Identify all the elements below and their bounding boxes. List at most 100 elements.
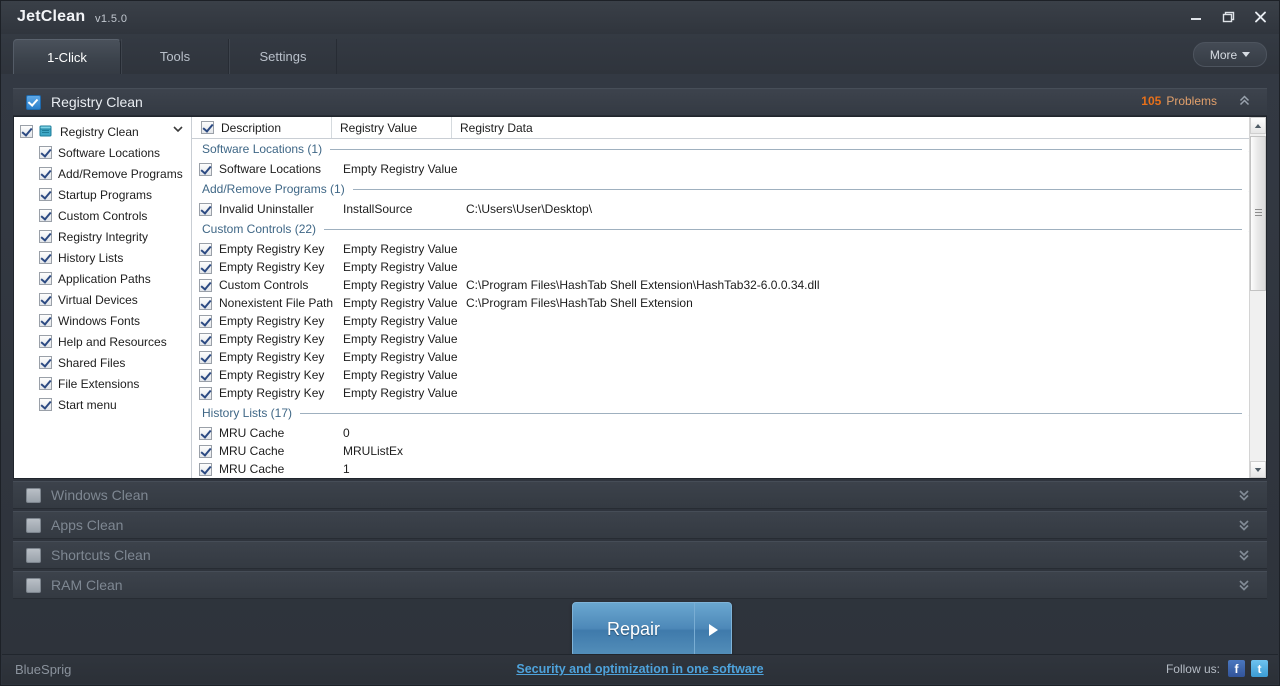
section-header-registry-clean[interactable]: Registry Clean 105Problems bbox=[13, 88, 1267, 116]
section-header-apps-clean[interactable]: Apps Clean bbox=[13, 511, 1267, 539]
select-all-checkbox[interactable] bbox=[201, 121, 214, 134]
group-label: Software Locations (1) bbox=[202, 142, 330, 156]
tree-item-checkbox[interactable] bbox=[39, 167, 52, 180]
footer-link[interactable]: Security and optimization in one softwar… bbox=[2, 662, 1278, 676]
column-header-registry-value[interactable]: Registry Value bbox=[332, 117, 452, 138]
repair-dropdown-button[interactable] bbox=[694, 603, 731, 656]
row-checkbox[interactable] bbox=[199, 243, 212, 256]
tree-root-checkbox[interactable] bbox=[20, 125, 33, 138]
row-checkbox[interactable] bbox=[199, 163, 212, 176]
tree-item-checkbox[interactable] bbox=[39, 398, 52, 411]
close-icon[interactable] bbox=[1249, 7, 1271, 27]
tree-item-help-and-resources[interactable]: Help and Resources bbox=[14, 331, 191, 352]
group-header-history-lists[interactable]: History Lists (17) bbox=[192, 402, 1266, 424]
row-checkbox[interactable] bbox=[199, 427, 212, 440]
tab-1-click[interactable]: 1-Click bbox=[13, 39, 121, 74]
tree-item-registry-integrity[interactable]: Registry Integrity bbox=[14, 226, 191, 247]
tree-item-add-remove-programs[interactable]: Add/Remove Programs bbox=[14, 163, 191, 184]
table-row[interactable]: Empty Registry Key Empty Registry Value bbox=[192, 348, 1266, 366]
row-checkbox[interactable] bbox=[199, 333, 212, 346]
tree-item-windows-fonts[interactable]: Windows Fonts bbox=[14, 310, 191, 331]
minimize-icon[interactable] bbox=[1185, 7, 1207, 27]
chevron-double-down-icon[interactable] bbox=[1237, 516, 1251, 534]
tree-item-shared-files[interactable]: Shared Files bbox=[14, 352, 191, 373]
table-row[interactable]: Empty Registry Key Empty Registry Value bbox=[192, 330, 1266, 348]
tree-item-checkbox[interactable] bbox=[39, 188, 52, 201]
table-row[interactable]: Empty Registry Key Empty Registry Value bbox=[192, 240, 1266, 258]
cell-description: Empty Registry Key bbox=[212, 242, 343, 256]
tab-tools[interactable]: Tools bbox=[121, 39, 229, 74]
cell-registry-value: 0 bbox=[343, 426, 466, 440]
row-checkbox[interactable] bbox=[199, 351, 212, 364]
row-checkbox[interactable] bbox=[199, 463, 212, 476]
chevron-down-icon[interactable] bbox=[173, 125, 183, 137]
table-row[interactable]: MRU Cache 0 bbox=[192, 424, 1266, 442]
scrollbar-thumb[interactable] bbox=[1250, 136, 1266, 291]
tree-item-virtual-devices[interactable]: Virtual Devices bbox=[14, 289, 191, 310]
repair-button[interactable]: Repair bbox=[572, 602, 732, 657]
chevron-double-down-icon[interactable] bbox=[1237, 576, 1251, 594]
tree-item-history-lists[interactable]: History Lists bbox=[14, 247, 191, 268]
table-row[interactable]: Software Locations Empty Registry Value bbox=[192, 160, 1266, 178]
section-header-shortcuts-clean[interactable]: Shortcuts Clean bbox=[13, 541, 1267, 569]
row-checkbox[interactable] bbox=[199, 387, 212, 400]
table-row[interactable]: Empty Registry Key Empty Registry Value bbox=[192, 312, 1266, 330]
restore-icon[interactable] bbox=[1217, 7, 1239, 27]
tree-item-label: Start menu bbox=[58, 398, 117, 412]
tree-item-checkbox[interactable] bbox=[39, 146, 52, 159]
chevron-double-down-icon[interactable] bbox=[1237, 546, 1251, 564]
ram-clean-checkbox[interactable] bbox=[26, 578, 41, 593]
table-row[interactable]: MRU Cache 1 bbox=[192, 460, 1266, 478]
group-header-software-locations[interactable]: Software Locations (1) bbox=[192, 138, 1266, 160]
scroll-down-button[interactable] bbox=[1250, 461, 1266, 478]
chevron-up-icon[interactable] bbox=[1238, 95, 1251, 110]
tree-item-checkbox[interactable] bbox=[39, 377, 52, 390]
table-row[interactable]: MRU Cache MRUListEx bbox=[192, 442, 1266, 460]
tree-item-file-extensions[interactable]: File Extensions bbox=[14, 373, 191, 394]
row-checkbox[interactable] bbox=[199, 261, 212, 274]
table-row[interactable]: Empty Registry Key Empty Registry Value bbox=[192, 384, 1266, 402]
column-header-description[interactable]: Description bbox=[192, 117, 332, 138]
group-header-custom-controls[interactable]: Custom Controls (22) bbox=[192, 218, 1266, 240]
vertical-scrollbar[interactable] bbox=[1249, 117, 1266, 478]
row-checkbox[interactable] bbox=[199, 315, 212, 328]
tree-item-checkbox[interactable] bbox=[39, 230, 52, 243]
table-row[interactable]: Empty Registry Key Empty Registry Value bbox=[192, 366, 1266, 384]
tree-item-startup-programs[interactable]: Startup Programs bbox=[14, 184, 191, 205]
section-header-windows-clean[interactable]: Windows Clean bbox=[13, 481, 1267, 509]
chevron-double-down-icon[interactable] bbox=[1237, 486, 1251, 504]
twitter-icon[interactable]: t bbox=[1251, 660, 1268, 677]
facebook-icon[interactable]: f bbox=[1228, 660, 1245, 677]
shortcuts-clean-checkbox[interactable] bbox=[26, 548, 41, 563]
tree-item-checkbox[interactable] bbox=[39, 293, 52, 306]
tree-item-application-paths[interactable]: Application Paths bbox=[14, 268, 191, 289]
registry-clean-checkbox[interactable] bbox=[26, 95, 41, 110]
tree-item-checkbox[interactable] bbox=[39, 272, 52, 285]
tree-item-custom-controls[interactable]: Custom Controls bbox=[14, 205, 191, 226]
tab-settings[interactable]: Settings bbox=[229, 39, 337, 74]
tree-root-registry-clean[interactable]: Registry Clean bbox=[14, 121, 191, 142]
section-header-ram-clean[interactable]: RAM Clean bbox=[13, 571, 1267, 599]
more-button[interactable]: More bbox=[1193, 42, 1267, 67]
scroll-up-button[interactable] bbox=[1250, 117, 1266, 134]
row-checkbox[interactable] bbox=[199, 279, 212, 292]
tree-item-checkbox[interactable] bbox=[39, 335, 52, 348]
column-header-registry-data[interactable]: Registry Data bbox=[452, 117, 1232, 138]
tree-item-start-menu[interactable]: Start menu bbox=[14, 394, 191, 415]
tree-item-checkbox[interactable] bbox=[39, 209, 52, 222]
group-header-add-remove-programs[interactable]: Add/Remove Programs (1) bbox=[192, 178, 1266, 200]
tree-item-checkbox[interactable] bbox=[39, 251, 52, 264]
tree-item-checkbox[interactable] bbox=[39, 314, 52, 327]
table-row[interactable]: Custom Controls Empty Registry Value C:\… bbox=[192, 276, 1266, 294]
row-checkbox[interactable] bbox=[199, 203, 212, 216]
apps-clean-checkbox[interactable] bbox=[26, 518, 41, 533]
row-checkbox[interactable] bbox=[199, 445, 212, 458]
row-checkbox[interactable] bbox=[199, 297, 212, 310]
table-row[interactable]: Invalid Uninstaller InstallSource C:\Use… bbox=[192, 200, 1266, 218]
tree-item-checkbox[interactable] bbox=[39, 356, 52, 369]
row-checkbox[interactable] bbox=[199, 369, 212, 382]
tree-item-software-locations[interactable]: Software Locations bbox=[14, 142, 191, 163]
table-row[interactable]: Nonexistent File Path Empty Registry Val… bbox=[192, 294, 1266, 312]
table-row[interactable]: Empty Registry Key Empty Registry Value bbox=[192, 258, 1266, 276]
windows-clean-checkbox[interactable] bbox=[26, 488, 41, 503]
